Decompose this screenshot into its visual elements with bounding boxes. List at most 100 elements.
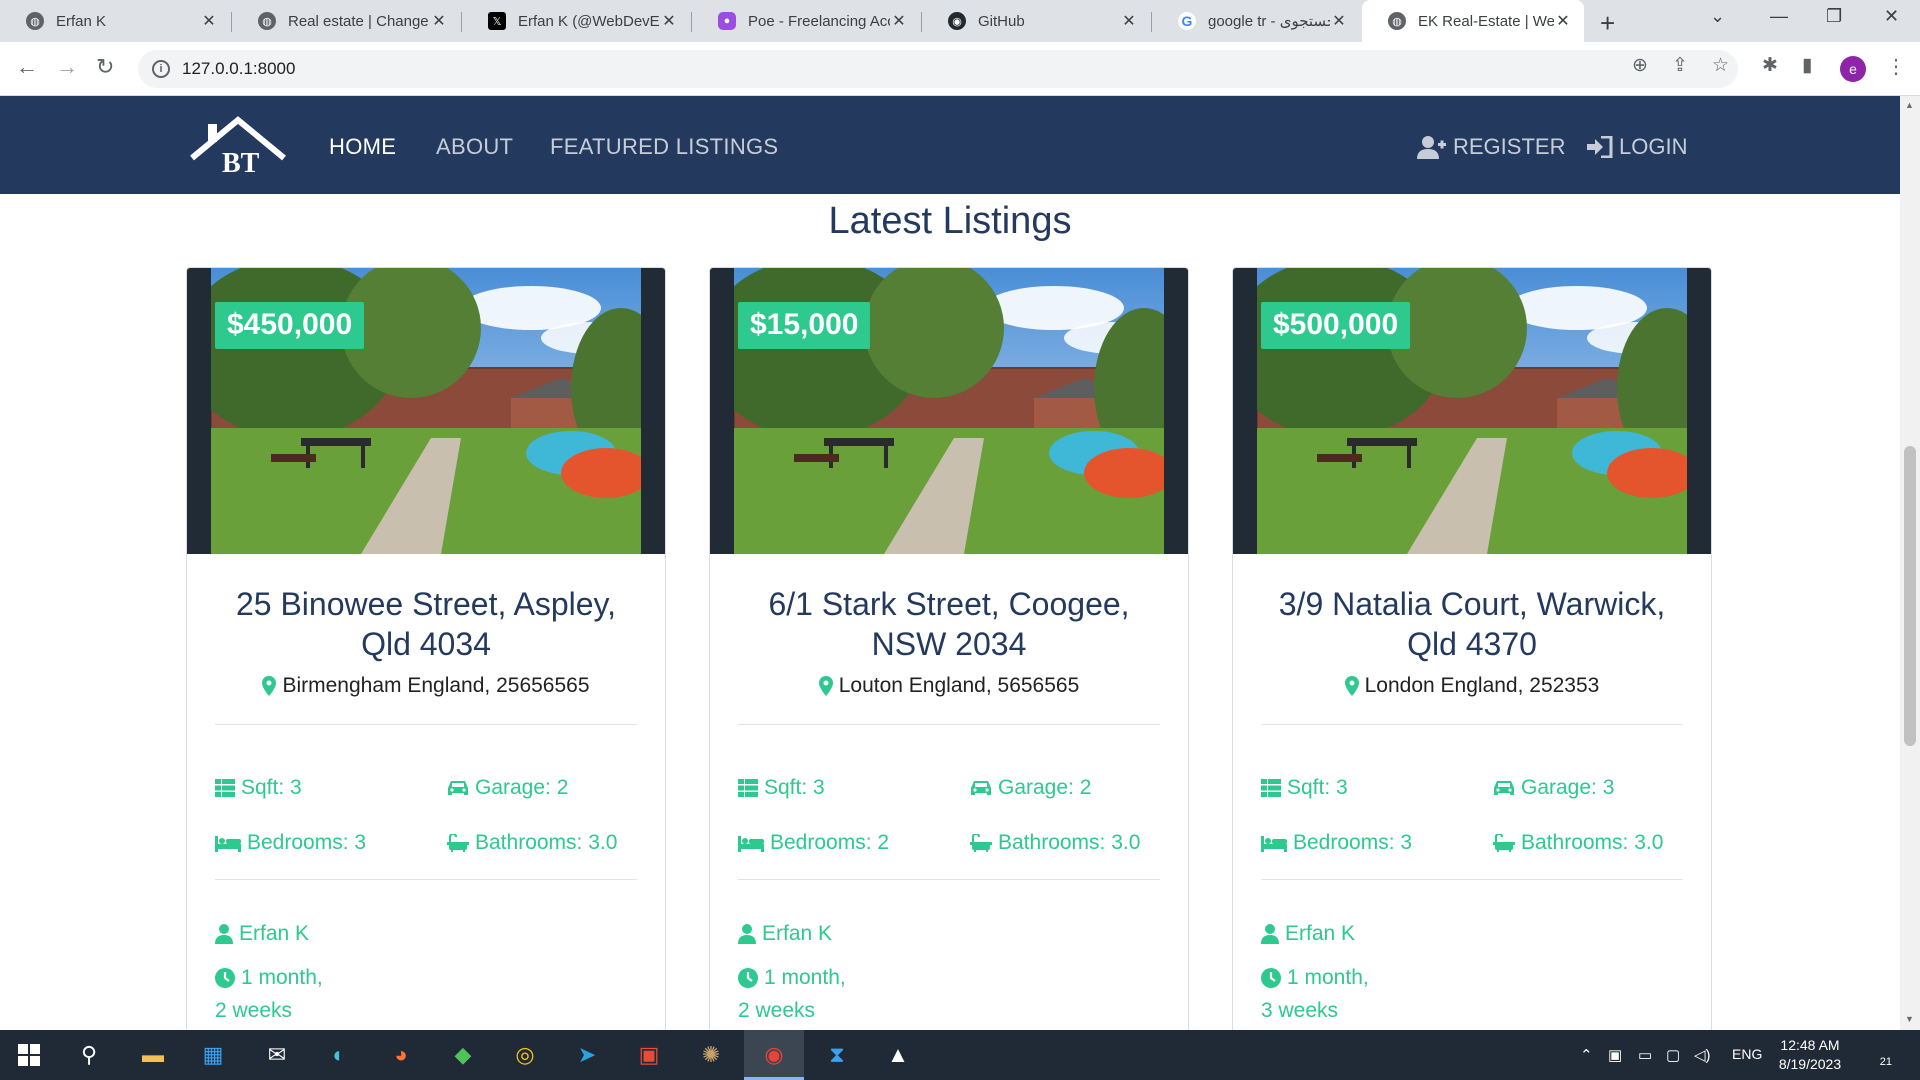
photos-icon[interactable]: ▲ (881, 1038, 915, 1072)
bookmark-star-icon[interactable]: ☆ (1712, 54, 1729, 77)
language-indicator[interactable]: ENG (1732, 1046, 1762, 1062)
edge-icon[interactable]: ◐ (322, 1038, 356, 1072)
listing-location: Louton England, 5656565 (710, 674, 1188, 698)
store-icon[interactable]: ▦ (196, 1038, 230, 1072)
taskbar-clock[interactable]: 12:48 AM 8/19/2023 (1770, 1036, 1850, 1074)
browser-tab[interactable]: 𝕏 Erfan K (@WebDevErf ✕ (462, 0, 690, 42)
search-icon[interactable]: ⚲ (72, 1038, 106, 1072)
address-bar[interactable]: i 127.0.0.1:8000 (138, 50, 1738, 88)
scrollbar-thumb[interactable] (1904, 446, 1916, 746)
close-tab-icon[interactable]: ✕ (1330, 11, 1348, 31)
listing-image[interactable]: $450,000 (187, 268, 665, 554)
browser-app-icon[interactable]: ◎ (508, 1038, 542, 1072)
back-icon[interactable]: ← (16, 54, 38, 80)
map-marker-icon (819, 676, 833, 696)
browser-tab-strip: ◍ Erfan K ✕ ◍ Real estate | Change p ✕ 𝕏… (0, 0, 1920, 42)
minimize-icon[interactable]: — (1770, 6, 1788, 27)
close-tab-icon[interactable]: ✕ (430, 11, 448, 31)
site-info-icon[interactable]: i (152, 60, 170, 78)
browser-tab[interactable]: ● Poe - Freelancing Acc ✕ (692, 0, 920, 42)
network-icon[interactable]: ▢ (1666, 1046, 1680, 1064)
tray-chevron-icon[interactable]: ⌃ (1580, 1046, 1593, 1064)
profile-avatar[interactable]: e (1840, 56, 1866, 82)
close-window-icon[interactable]: ✕ (1884, 6, 1899, 27)
restore-icon[interactable]: ❐ (1826, 6, 1842, 27)
divider (738, 724, 1160, 725)
listed-time: 1 month, (738, 966, 846, 990)
listing-card[interactable]: $450,000 25 Binowee Street, Aspley, Qld … (186, 267, 666, 1030)
map-marker-icon (1345, 676, 1359, 696)
grid-icon (738, 779, 758, 797)
battery-icon[interactable]: ▭ (1638, 1046, 1652, 1064)
browser-tab[interactable]: ◍ Real estate | Change p ✕ (232, 0, 460, 42)
bedrooms-feature: Bedrooms: 3 (1261, 831, 1412, 855)
tray-app-icon[interactable]: ▣ (1608, 1046, 1622, 1064)
tab-search-icon[interactable]: ⌄ (1710, 6, 1725, 27)
listed-time: 1 month, (215, 966, 323, 990)
file-explorer-icon[interactable]: ▬ (136, 1038, 170, 1072)
new-tab-button[interactable]: + (1600, 8, 1615, 39)
listing-location: London England, 252353 (1233, 674, 1711, 698)
bt-logo[interactable]: BT (188, 114, 290, 176)
listed-time-cont: 2 weeks (738, 999, 816, 1022)
listing-card[interactable]: $500,000 3/9 Natalia Court, Warwick, Qld… (1232, 267, 1712, 1030)
scroll-up-icon[interactable]: ▲ (1905, 100, 1914, 110)
nav-about[interactable]: ABOUT (436, 134, 513, 160)
firefox-icon[interactable]: ◕ (384, 1038, 418, 1072)
windows-start-icon[interactable] (12, 1038, 46, 1072)
close-tab-icon[interactable]: ✕ (1120, 11, 1138, 31)
browser-tab-active[interactable]: ◍ EK Real-Estate | Welco ✕ (1362, 0, 1584, 42)
nav-featured-listings[interactable]: FEATURED LISTINGS (550, 134, 778, 160)
reload-icon[interactable]: ↻ (96, 54, 114, 80)
close-tab-icon[interactable]: ✕ (660, 11, 678, 31)
vscode-icon[interactable]: ⧗ (820, 1038, 854, 1072)
nav-login[interactable]: LOGIN (1587, 134, 1687, 160)
github-icon: ◉ (948, 12, 966, 30)
share-icon[interactable]: ⇪ (1672, 54, 1688, 77)
telegram-icon[interactable]: ➤ (570, 1038, 604, 1072)
volume-icon[interactable]: ◁) (1694, 1046, 1711, 1064)
notification-center[interactable]: 21 (1866, 1042, 1892, 1068)
garage-feature: Garage: 3 (1493, 776, 1614, 800)
nav-home[interactable]: HOME (329, 134, 396, 160)
user-icon (1261, 924, 1279, 944)
bathrooms-feature: Bathrooms: 3.0 (970, 831, 1140, 855)
scroll-down-icon[interactable]: ▼ (1905, 1014, 1914, 1024)
close-tab-icon[interactable]: ✕ (890, 11, 908, 31)
chrome-icon[interactable]: ◉ (757, 1038, 791, 1072)
grid-icon (215, 779, 235, 797)
globe-icon: ◍ (258, 12, 276, 30)
listing-title[interactable]: 3/9 Natalia Court, Warwick, Qld 4370 (1233, 584, 1711, 664)
car-icon (970, 779, 992, 797)
forward-icon[interactable]: → (56, 54, 78, 80)
browser-tab[interactable]: ◍ Erfan K ✕ (0, 0, 230, 42)
app-grid-icon[interactable]: ▣ (632, 1038, 666, 1072)
sqft-feature: Sqft: 3 (215, 776, 302, 800)
extensions-icon[interactable]: ✱ (1762, 54, 1778, 77)
listing-title[interactable]: 25 Binowee Street, Aspley, Qld 4034 (187, 584, 665, 664)
garage-feature: Garage: 2 (970, 776, 1091, 800)
globe-icon: ◍ (1388, 12, 1406, 30)
listing-card[interactable]: $15,000 6/1 Stark Street, Coogee, NSW 20… (709, 267, 1189, 1030)
app-icon[interactable]: ◆ (446, 1038, 480, 1072)
browser-tab[interactable]: G google tr - جستجوی G ✕ (1152, 0, 1360, 42)
listing-image[interactable]: $15,000 (710, 268, 1188, 554)
zoom-icon[interactable]: ⊕ (1632, 54, 1648, 77)
listed-time-cont: 3 weeks (1261, 999, 1339, 1022)
listing-image[interactable]: $500,000 (1233, 268, 1711, 554)
page-scrollbar[interactable]: ▲ ▼ (1900, 96, 1920, 1030)
price-badge: $450,000 (215, 302, 365, 349)
realtor-name: Erfan K (215, 922, 309, 946)
close-tab-icon[interactable]: ✕ (1554, 11, 1572, 31)
mail-icon[interactable]: ✉ (260, 1038, 294, 1072)
browser-tab[interactable]: ◉ GitHub ✕ (922, 0, 1150, 42)
media-app-icon[interactable]: ✺ (694, 1038, 728, 1072)
side-panel-icon[interactable]: ▮ (1802, 54, 1812, 77)
listing-title[interactable]: 6/1 Stark Street, Coogee, NSW 2034 (710, 584, 1188, 664)
listed-time: 1 month, (1261, 966, 1369, 990)
close-tab-icon[interactable]: ✕ (200, 11, 218, 31)
divider (215, 724, 637, 725)
nav-register[interactable]: REGISTER (1417, 134, 1565, 160)
browser-menu-icon[interactable]: ⋮ (1886, 54, 1906, 79)
x-logo-icon: 𝕏 (488, 12, 506, 30)
